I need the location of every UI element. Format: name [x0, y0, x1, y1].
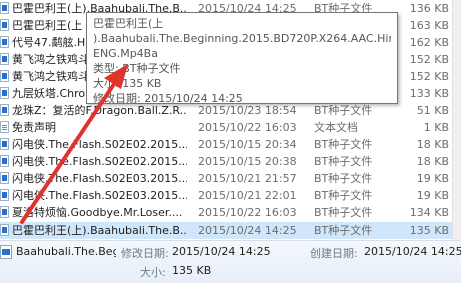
bt-file-icon — [0, 245, 12, 259]
bt-file-icon — [0, 138, 9, 150]
file-date: 2015/10/15 20:34 — [198, 138, 297, 151]
file-row[interactable]: 夏洛特烦恼.Goodbye.Mr.Loser.... 2015/10/22 16:… — [0, 204, 461, 221]
bt-file-icon — [0, 206, 9, 218]
details-created-label: 创建日期: — [310, 247, 358, 260]
file-type: BT种子文件 — [314, 206, 373, 219]
file-tooltip: 巴霍巴利王(上 ).Baahubali.The.Beginning.2015.B… — [86, 12, 398, 105]
bt-file-icon — [0, 87, 9, 99]
file-size: 18 KB — [416, 138, 449, 151]
file-size: 152 KB — [409, 70, 449, 83]
file-size: 163 KB — [409, 19, 449, 32]
file-name: 夏洛特烦恼.Goodbye.Mr.Loser.... — [12, 206, 183, 219]
tooltip-name-line-3: ENG.Mp4Ba — [93, 47, 158, 60]
file-name: 闪电侠.The.Flash.S02E03.2015... — [12, 172, 187, 185]
file-date: 2015/10/21 22:01 — [198, 189, 297, 202]
file-date: 2015/10/22 16:03 — [198, 121, 297, 134]
file-size: 162 KB — [409, 36, 449, 49]
details-modified-value: 2015/10/24 14:25 — [172, 245, 271, 258]
bt-file-icon — [0, 19, 9, 31]
file-row[interactable]: 巴霍巴利王(上).Baahubali.The.B... 2015/10/24 14… — [0, 222, 461, 239]
bt-file-icon — [0, 36, 9, 48]
details-size-label: 大小: — [140, 266, 166, 279]
file-type: BT种子文件 — [314, 172, 373, 185]
tooltip-type: 类型: BT种子文件 — [93, 62, 181, 75]
file-size: 152 KB — [409, 53, 449, 66]
file-size: 19 KB — [416, 172, 449, 185]
details-modified-label: 修改日期: — [121, 247, 169, 260]
tooltip-size: 大小: 135 KB — [93, 77, 162, 90]
file-size: 18 KB — [416, 155, 449, 168]
bt-file-icon — [0, 155, 9, 167]
file-row[interactable]: 闪电侠.The.Flash.S02E02.2015... 2015/10/15 2… — [0, 136, 461, 153]
file-size: 1 KB — [423, 121, 449, 134]
file-name: 免责声明 — [12, 121, 56, 134]
file-date: 2015/10/15 20:38 — [198, 155, 297, 168]
bt-file-icon — [0, 172, 9, 184]
file-size: 51 KB — [416, 104, 449, 117]
bt-file-icon — [0, 2, 9, 14]
details-size-value: 135 KB — [172, 264, 212, 277]
file-row[interactable]: 闪电侠.The.Flash.S02E03.2015... 2015/10/21 2… — [0, 187, 461, 204]
bt-file-icon — [0, 70, 9, 82]
file-size: 134 KB — [409, 206, 449, 219]
file-date: 2015/10/21 21:57 — [198, 172, 297, 185]
file-size: 135 KB — [409, 224, 449, 237]
file-date: 2015/10/22 16:03 — [198, 206, 297, 219]
file-type: BT种子文件 — [314, 155, 373, 168]
tooltip-modified: 修改日期: 2015/10/24 14:25 — [93, 92, 243, 105]
tooltip-name-line-2: ).Baahubali.The.Beginning.2015.BD720P.X2… — [93, 32, 391, 45]
bt-file-icon — [0, 104, 9, 116]
file-row[interactable]: 闪电侠.The.Flash.S02E03.2015... 2015/10/21 2… — [0, 170, 461, 187]
details-pane: Baahubali.The.Beginning.... 修改日期: 2015/1… — [0, 240, 461, 283]
details-file-name: Baahubali.The.Beginning.... — [16, 245, 116, 258]
file-name: 闪电侠.The.Flash.S02E03.2015... — [12, 189, 187, 202]
bt-file-icon — [0, 189, 9, 201]
tooltip-name-line-1: 巴霍巴利王(上 — [93, 17, 164, 30]
vertical-scrollbar[interactable] — [452, 0, 461, 240]
file-type: BT种子文件 — [314, 224, 373, 237]
bt-file-icon — [0, 224, 9, 236]
file-size: 136 KB — [409, 2, 449, 15]
file-row[interactable]: 闪电侠.The.Flash.S02E02.2015... 2015/10/15 2… — [0, 153, 461, 170]
file-date: 2015/10/24 14:25 — [198, 224, 297, 237]
file-size: 19 KB — [416, 189, 449, 202]
file-row[interactable]: 免责声明 2015/10/22 16:03 文本文档 1 KB — [0, 119, 461, 136]
file-type: BT种子文件 — [314, 189, 373, 202]
text-file-icon — [0, 121, 9, 133]
file-type: 文本文档 — [314, 121, 358, 134]
file-size: 133 KB — [409, 87, 449, 100]
file-type: BT种子文件 — [314, 138, 373, 151]
file-name: 闪电侠.The.Flash.S02E02.2015... — [12, 155, 187, 168]
file-name: 巴霍巴利王(上).Baahubali.The.B... — [12, 224, 187, 237]
details-created-value: 2015/10/24 14:25 — [364, 245, 461, 258]
file-name: 闪电侠.The.Flash.S02E02.2015... — [12, 138, 187, 151]
bt-file-icon — [0, 53, 9, 65]
